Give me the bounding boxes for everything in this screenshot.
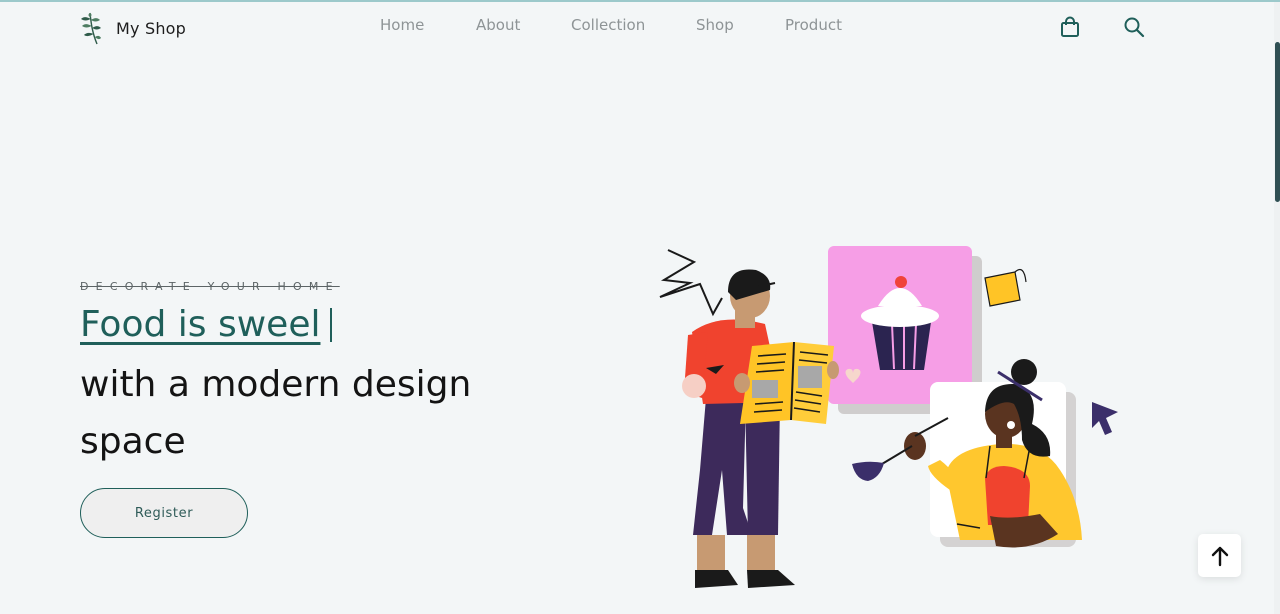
search-icon[interactable] [1122, 15, 1146, 39]
brand-logo[interactable]: My Shop [78, 10, 186, 46]
nav-about[interactable]: About [476, 16, 520, 34]
shopping-bag-icon[interactable] [1058, 15, 1082, 39]
nav-collection[interactable]: Collection [571, 16, 645, 34]
brand-name: My Shop [116, 18, 187, 38]
back-to-top-button[interactable] [1198, 534, 1241, 577]
register-button[interactable]: Register [80, 488, 248, 538]
hero-eyebrow: DECORATE YOUR HOME [80, 280, 340, 293]
leaf-branch-icon [81, 12, 101, 45]
site-header: My Shop Home About Collection Shop Produ… [0, 2, 1274, 54]
arrow-up-icon [1211, 546, 1228, 566]
nav-shop[interactable]: Shop [696, 16, 734, 34]
typing-caret [330, 308, 332, 342]
page-scrollbar[interactable] [1274, 2, 1280, 614]
nav-home[interactable]: Home [380, 16, 424, 34]
nav-product[interactable]: Product [785, 16, 842, 34]
hero-headline-accent: Food is sweel [80, 304, 321, 345]
hero-headline: with a modern design space [80, 364, 472, 462]
scrollbar-thumb[interactable] [1275, 42, 1280, 202]
hero-illustration [659, 246, 1118, 588]
